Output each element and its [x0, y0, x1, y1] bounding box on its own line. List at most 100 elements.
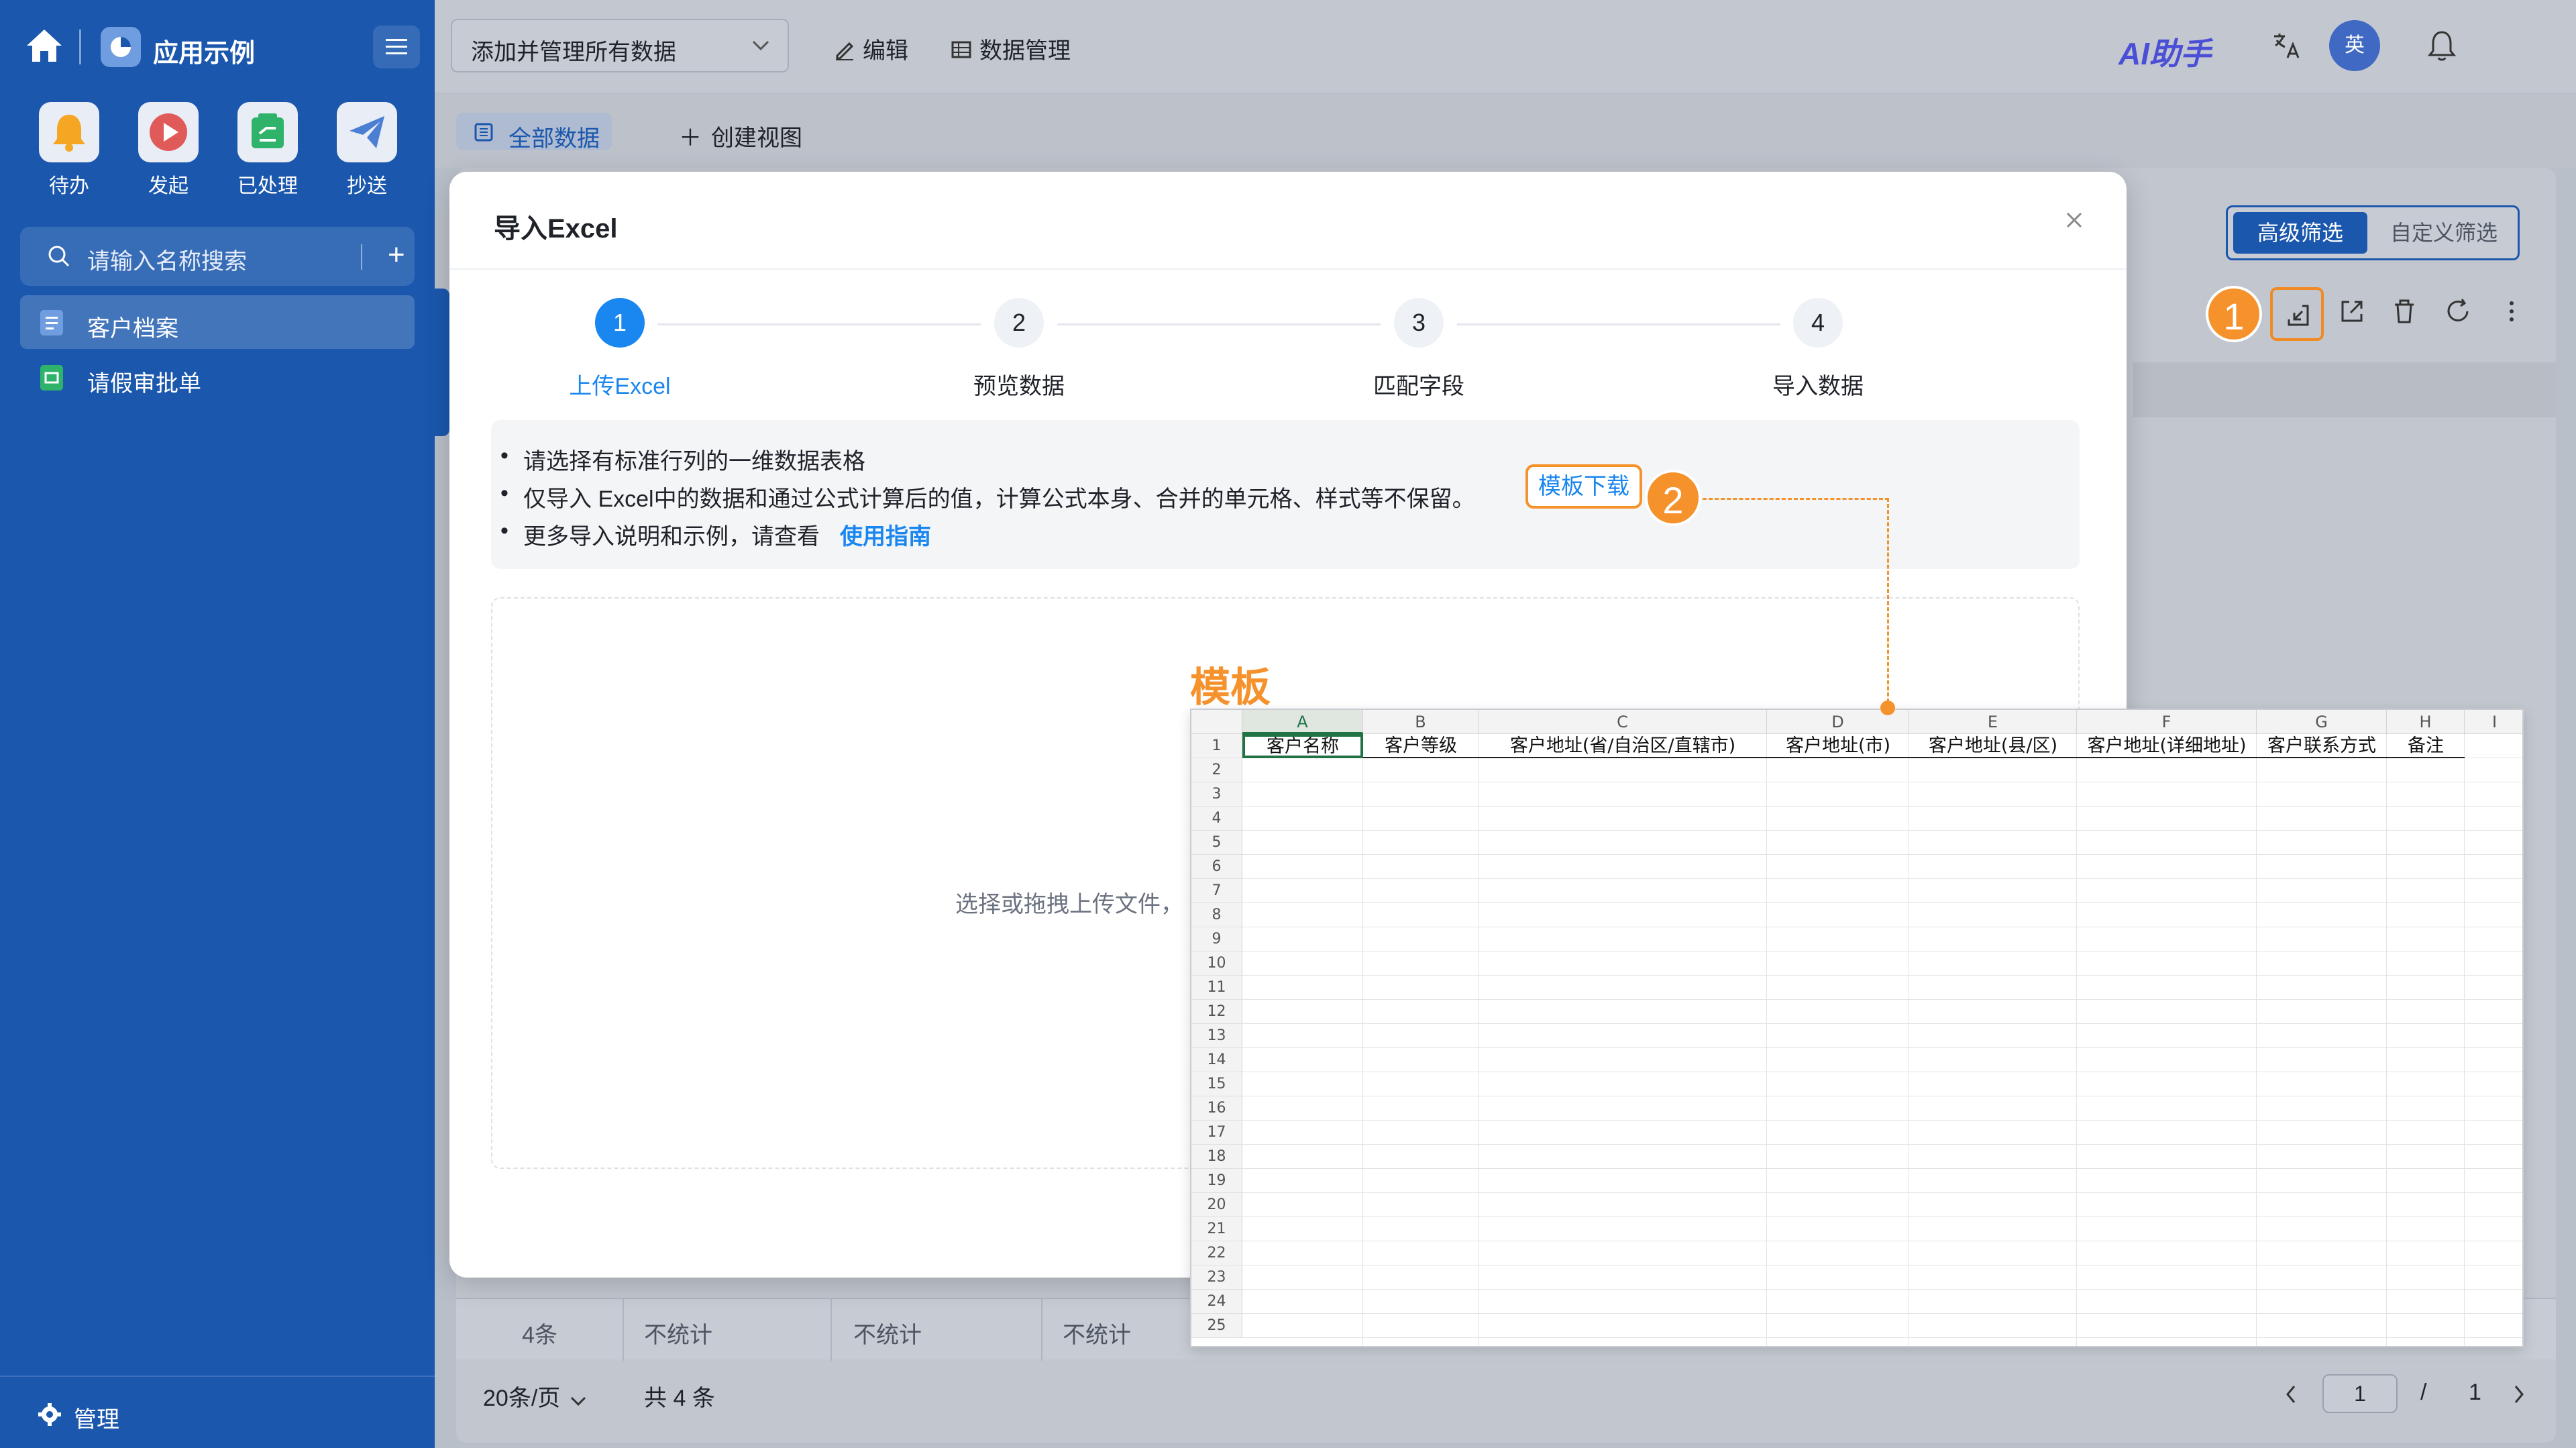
edit-label: 编辑 — [863, 38, 908, 64]
sidebar-item-customer[interactable]: 客户档案 — [20, 295, 415, 349]
prev-page-icon[interactable] — [2281, 1382, 2301, 1406]
list-icon — [474, 123, 493, 142]
quick-cc[interactable]: 抄送 — [330, 102, 404, 199]
row-header[interactable]: 23 — [1191, 1265, 1242, 1290]
column-header[interactable]: B — [1363, 710, 1479, 734]
header-cell[interactable]: 客户地址(市) — [1767, 734, 1909, 758]
translate-icon[interactable] — [2267, 27, 2305, 64]
refresh-icon[interactable] — [2443, 297, 2473, 326]
row-header[interactable]: 13 — [1191, 1024, 1242, 1048]
import-button[interactable] — [2270, 287, 2324, 341]
column-header[interactable]: G — [2257, 710, 2387, 734]
row-header[interactable]: 4 — [1191, 807, 1242, 831]
chevron-down-icon — [752, 40, 769, 51]
header-cell[interactable]: 客户地址(详细地址) — [2077, 734, 2257, 758]
close-icon[interactable] — [2062, 208, 2086, 232]
export-icon[interactable] — [2337, 297, 2367, 326]
row-header[interactable]: 21 — [1191, 1217, 1242, 1241]
menu-toggle-button[interactable] — [373, 25, 420, 68]
column-header[interactable]: H — [2387, 710, 2465, 734]
grid-line — [2076, 734, 2077, 1346]
template-spreadsheet: A B C D E F G H I 1 2 3 4 5 6 7 8 9 10 11 12 13 14 15 16 17 18 19 20… — [1190, 709, 2524, 1347]
row-header[interactable]: 7 — [1191, 879, 1242, 903]
page-size-select[interactable]: 20条/页 — [483, 1380, 587, 1412]
row-header[interactable]: 20 — [1191, 1193, 1242, 1217]
sidebar-search[interactable]: 请输入名称搜索 + — [20, 227, 415, 286]
row-header[interactable]: 22 — [1191, 1241, 1242, 1265]
guide-link[interactable]: 使用指南 — [840, 524, 931, 550]
grid-line — [1242, 878, 2522, 879]
quick-processed[interactable]: 已处理 — [231, 102, 305, 199]
sidebar-collapse-handle[interactable] — [435, 289, 449, 436]
row-header[interactable]: 11 — [1191, 976, 1242, 1000]
row-header[interactable]: 5 — [1191, 831, 1242, 855]
callout-connector-dot — [1880, 701, 1895, 715]
sidebar-item-leave[interactable]: 请假审批单 — [20, 350, 415, 404]
column-header[interactable]: A — [1242, 710, 1363, 734]
more-icon[interactable] — [2497, 297, 2526, 326]
row-header[interactable]: 25 — [1191, 1314, 1242, 1338]
row-header[interactable]: 15 — [1191, 1072, 1242, 1096]
ai-assistant-button[interactable]: AI助手 — [2118, 30, 2211, 74]
header-cell[interactable]: 客户名称 — [1242, 734, 1363, 758]
column-header[interactable]: F — [2077, 710, 2257, 734]
template-download-link[interactable]: 模板下载 — [1525, 464, 1642, 509]
row-header[interactable]: 10 — [1191, 951, 1242, 976]
quick-cc-label: 抄送 — [347, 175, 387, 197]
row-header[interactable]: 14 — [1191, 1048, 1242, 1072]
summary-stat[interactable]: 不统计 — [1063, 1316, 1131, 1349]
sidebar: 应用示例 待办 发起 已处理 抄送 请输入名称搜索 + 客户档案 请假审批单 管… — [0, 0, 435, 1448]
create-view-button[interactable]: ＋ 创建视图 — [679, 119, 802, 152]
summary-stat[interactable]: 不统计 — [644, 1316, 712, 1349]
row-header[interactable]: 19 — [1191, 1169, 1242, 1193]
view-select[interactable]: 添加并管理所有数据 — [451, 19, 789, 72]
quick-initiate[interactable]: 发起 — [131, 102, 205, 199]
bell-icon — [39, 102, 99, 162]
column-header[interactable]: E — [1909, 710, 2077, 734]
sidebar-footer[interactable]: 管理 — [0, 1376, 435, 1448]
user-avatar[interactable]: 英 — [2329, 20, 2380, 71]
delete-icon[interactable] — [2390, 297, 2419, 326]
header-cell[interactable]: 备注 — [2387, 734, 2465, 758]
bell-outline-icon[interactable] — [2423, 27, 2461, 64]
row-header[interactable]: 2 — [1191, 758, 1242, 782]
callout-connector — [1887, 498, 1889, 709]
filter-toggle: 高级筛选 自定义筛选 — [2226, 205, 2520, 260]
callout-badge-2: 2 — [1645, 470, 1701, 526]
tab-all-data[interactable]: 全部数据 — [456, 113, 612, 152]
step-label: 预览数据 — [973, 374, 1065, 399]
advanced-filter-button[interactable]: 高级筛选 — [2233, 212, 2367, 254]
page-count: 1 — [2469, 1380, 2481, 1405]
column-header[interactable]: I — [2465, 710, 2522, 734]
header-cell[interactable]: 客户地址(省/自治区/直辖市) — [1479, 734, 1767, 758]
instruction-text: 更多导入说明和示例，请查看 — [523, 524, 820, 550]
header-cell[interactable]: 客户联系方式 — [2257, 734, 2387, 758]
row-header[interactable]: 6 — [1191, 855, 1242, 879]
header-cell[interactable]: 客户等级 — [1363, 734, 1479, 758]
row-header[interactable]: 18 — [1191, 1145, 1242, 1169]
data-manage-button[interactable]: 数据管理 — [950, 32, 1071, 65]
search-input[interactable]: 请输入名称搜索 — [87, 243, 247, 276]
row-header[interactable]: 16 — [1191, 1096, 1242, 1121]
quick-todo[interactable]: 待办 — [32, 102, 106, 199]
page-input[interactable]: 1 — [2322, 1374, 2398, 1413]
row-header[interactable]: 1 — [1191, 734, 1242, 758]
sidebar-item-label: 请假审批单 — [87, 371, 201, 397]
row-header[interactable]: 17 — [1191, 1121, 1242, 1145]
column-header[interactable]: C — [1479, 710, 1767, 734]
row-header[interactable]: 8 — [1191, 903, 1242, 927]
edit-button[interactable]: 编辑 — [833, 32, 908, 65]
add-icon[interactable]: + — [388, 240, 405, 270]
summary-divider — [1041, 1299, 1042, 1361]
row-header[interactable]: 9 — [1191, 927, 1242, 951]
summary-stat[interactable]: 不统计 — [853, 1316, 922, 1349]
row-header[interactable]: 24 — [1191, 1290, 1242, 1314]
grid-line — [1242, 854, 2522, 855]
next-page-icon[interactable] — [2509, 1382, 2529, 1406]
grid-line — [1242, 975, 2522, 976]
home-icon[interactable] — [24, 27, 64, 64]
custom-filter-button[interactable]: 自定义筛选 — [2377, 212, 2511, 254]
row-header[interactable]: 3 — [1191, 782, 1242, 807]
header-cell[interactable]: 客户地址(县/区) — [1909, 734, 2077, 758]
row-header[interactable]: 12 — [1191, 1000, 1242, 1024]
